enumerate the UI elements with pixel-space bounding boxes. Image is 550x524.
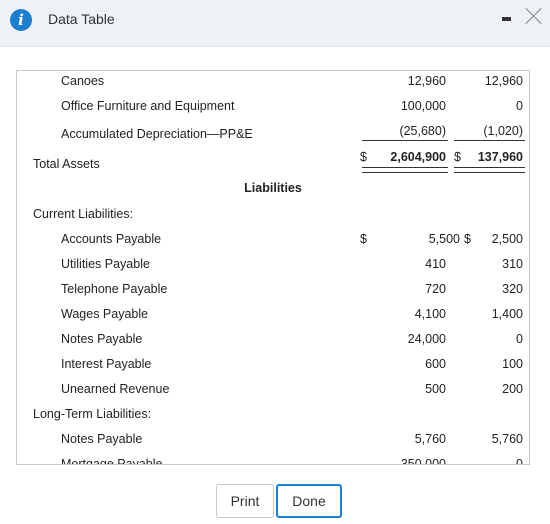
close-icon[interactable]	[523, 5, 545, 27]
row-label: Canoes	[61, 74, 105, 88]
table-row: Wages Payable 4,100 1,400	[17, 304, 529, 326]
row-label: Notes Payable	[61, 332, 143, 346]
row-label: Interest Payable	[61, 357, 152, 371]
table-row: Telephone Payable 720 320	[17, 279, 529, 301]
value-col2: 2,500	[491, 232, 523, 246]
value-col2: 200	[502, 382, 523, 396]
value-col1: 720	[425, 282, 446, 296]
value-col1: (25,680)	[399, 124, 446, 138]
value-col2: (1,020)	[483, 124, 523, 138]
value-col1: 4,100	[414, 307, 446, 321]
table-row: Accounts Payable $ 5,500 $ 2,500	[17, 229, 529, 251]
table-row: Notes Payable 5,760 5,760	[17, 429, 529, 451]
table-row: Interest Payable 600 100	[17, 354, 529, 376]
dialog-titlebar: i Data Table	[0, 0, 550, 47]
value-col1: 12,960	[407, 74, 446, 88]
row-label: Notes Payable	[61, 432, 143, 446]
row-label: Total Assets	[33, 157, 100, 171]
value-col2: 0	[516, 457, 523, 465]
dialog-title: Data Table	[48, 11, 115, 27]
value-col1: 5,500	[428, 232, 460, 246]
value-col1: 100,000	[400, 99, 446, 113]
row-label: Mortgage Payable	[61, 457, 163, 465]
row-label: Accumulated Depreciation—PP&E	[61, 127, 253, 141]
minimize-icon[interactable]	[502, 17, 511, 21]
currency-symbol: $	[360, 232, 367, 246]
row-label: Accounts Payable	[61, 232, 162, 246]
info-icon: i	[10, 9, 32, 31]
table-row: Office Furniture and Equipment 100,000 0	[17, 96, 529, 118]
group-label: Long-Term Liabilities:	[33, 407, 152, 421]
print-button[interactable]: Print	[216, 484, 274, 518]
row-label: Wages Payable	[61, 307, 149, 321]
total-double-rule	[362, 167, 448, 173]
table-row: Current Liabilities:	[17, 204, 529, 226]
table-row: Accumulated Depreciation—PP&E (25,680) (…	[17, 121, 529, 143]
value-col1: 24,000	[407, 332, 446, 346]
value-col2: 12,960	[484, 74, 523, 88]
value-col1: 2,604,900	[390, 150, 446, 164]
value-col2: 137,960	[477, 150, 523, 164]
row-label: Office Furniture and Equipment	[61, 99, 235, 113]
value-col2: 0	[516, 99, 523, 113]
currency-symbol: $	[464, 232, 471, 246]
value-col1: 500	[425, 382, 446, 396]
table-row: Canoes 12,960 12,960	[17, 71, 529, 93]
total-assets-row: Total Assets $ 2,604,900 $ 137,960	[17, 147, 529, 171]
group-label: Current Liabilities:	[33, 207, 134, 221]
value-col2: 5,760	[491, 432, 523, 446]
table-row: Long-Term Liabilities:	[17, 404, 529, 426]
subtotal-rule	[362, 140, 448, 141]
value-col1: 350,000	[400, 457, 446, 465]
currency-symbol: $	[454, 150, 461, 164]
value-col2: 310	[502, 257, 523, 271]
value-col1: 410	[425, 257, 446, 271]
total-double-rule	[454, 167, 525, 173]
value-col2: 100	[502, 357, 523, 371]
table-row: Unearned Revenue 500 200	[17, 379, 529, 401]
value-col2: 320	[502, 282, 523, 296]
value-col2: 1,400	[491, 307, 523, 321]
currency-symbol: $	[360, 150, 367, 164]
section-heading: Liabilities	[244, 181, 302, 195]
row-label: Utilities Payable	[61, 257, 150, 271]
row-label: Telephone Payable	[61, 282, 168, 296]
row-label: Unearned Revenue	[61, 382, 170, 396]
value-col2: 0	[516, 332, 523, 346]
table-row: Notes Payable 24,000 0	[17, 329, 529, 351]
table-row: Utilities Payable 410 310	[17, 254, 529, 276]
data-table-panel[interactable]: Canoes 12,960 12,960 Office Furniture an…	[16, 70, 530, 465]
value-col1: 600	[425, 357, 446, 371]
done-button[interactable]: Done	[276, 484, 342, 518]
table-row: Mortgage Payable 350,000 0	[17, 454, 529, 465]
value-col1: 5,760	[414, 432, 446, 446]
subtotal-rule	[454, 140, 525, 141]
